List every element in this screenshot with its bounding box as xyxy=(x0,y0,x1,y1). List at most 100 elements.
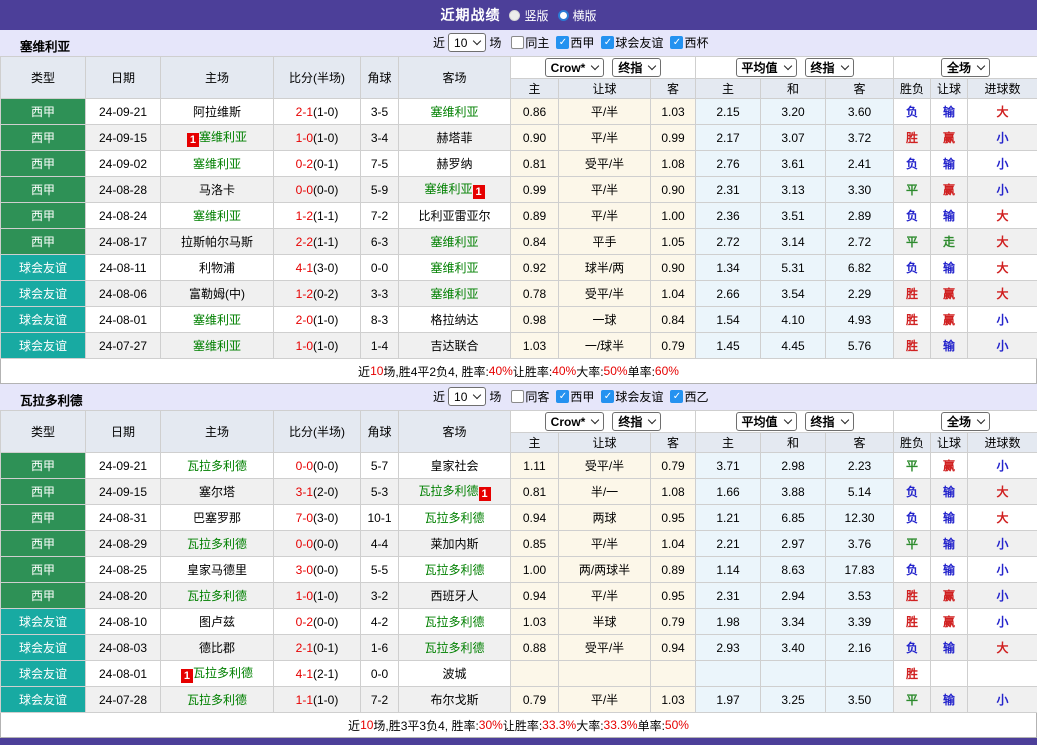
average-group-header: 平均值终指 xyxy=(696,411,894,433)
home-team[interactable]: 马洛卡 xyxy=(199,183,235,197)
match-date: 24-08-03 xyxy=(86,635,161,661)
home-team[interactable]: 图卢兹 xyxy=(199,615,235,629)
average-select[interactable]: 平均值 xyxy=(736,412,797,431)
away-team[interactable]: 格拉纳达 xyxy=(430,313,478,327)
half-time-score: (0-0) xyxy=(313,563,338,577)
away-team[interactable]: 西班牙人 xyxy=(430,589,478,603)
competition-checkbox-2[interactable]: ✓ xyxy=(601,36,614,49)
home-team[interactable]: 塞维利亚 xyxy=(193,157,241,171)
away-team[interactable]: 塞维利亚 xyxy=(424,182,472,196)
home-team[interactable]: 瓦拉多利德 xyxy=(193,666,253,680)
final-odds-select-2[interactable]: 终指 xyxy=(805,412,854,431)
same-venue-checkbox[interactable] xyxy=(511,390,524,403)
avg-draw: 2.98 xyxy=(761,453,826,479)
final-odds-select[interactable]: 终指 xyxy=(612,412,661,431)
corner-count: 7-2 xyxy=(361,203,399,229)
full-match-select[interactable]: 全场 xyxy=(941,412,990,431)
summary-stat-value: 30% xyxy=(479,718,503,732)
chevron-down-icon xyxy=(473,37,481,45)
home-team[interactable]: 瓦拉多利德 xyxy=(187,459,247,473)
away-team[interactable]: 瓦拉多利德 xyxy=(418,484,478,498)
away-team[interactable]: 瓦拉多利德 xyxy=(424,641,484,655)
rank-1-badge: 1 xyxy=(181,669,193,683)
sub-header-9: 进球数 xyxy=(968,433,1037,453)
same-venue-checkbox[interactable] xyxy=(511,36,524,49)
team-section-2: 瓦拉多利德近10场同客✓西甲✓球会友谊✓西乙类型日期主场比分(半场)角球客场Cr… xyxy=(0,384,1037,738)
sub-header-4: 主 xyxy=(696,79,761,99)
competition-checkbox-3[interactable]: ✓ xyxy=(670,390,683,403)
away-team[interactable]: 波城 xyxy=(442,667,466,681)
away-team[interactable]: 布尔戈斯 xyxy=(430,693,478,707)
away-team[interactable]: 皇家社会 xyxy=(430,459,478,473)
competition-checkbox-1[interactable]: ✓ xyxy=(556,36,569,49)
half-time-score: (2-0) xyxy=(313,485,338,499)
result-goals xyxy=(968,661,1037,687)
away-team[interactable]: 莱加内斯 xyxy=(430,537,478,551)
average-select[interactable]: 平均值 xyxy=(736,58,797,77)
odds-handicap: 一球 xyxy=(559,307,651,333)
corner-count: 7-5 xyxy=(361,151,399,177)
recent-count-select[interactable]: 10 xyxy=(448,33,486,52)
home-team[interactable]: 富勒姆(中) xyxy=(189,287,245,301)
competition-checkbox-3[interactable]: ✓ xyxy=(670,36,683,49)
competition-checkbox-1[interactable]: ✓ xyxy=(556,390,569,403)
home-team[interactable]: 巴塞罗那 xyxy=(193,511,241,525)
radio-vertical-label: 竖版 xyxy=(524,7,548,24)
away-team[interactable]: 塞维利亚 xyxy=(430,261,478,275)
home-team[interactable]: 瓦拉多利德 xyxy=(187,589,247,603)
summary-text: 场,胜4平2负4, 胜率: xyxy=(383,363,488,380)
home-team[interactable]: 塞尔塔 xyxy=(199,485,235,499)
away-team[interactable]: 赫罗纳 xyxy=(436,157,472,171)
table-row: 球会友谊24-08-01塞维利亚2-0(1-0)8-3格拉纳达0.98一球0.8… xyxy=(1,307,1037,333)
away-team[interactable]: 赫塔菲 xyxy=(436,131,472,145)
chevron-down-icon xyxy=(783,416,791,424)
home-team[interactable]: 利物浦 xyxy=(199,261,235,275)
home-team[interactable]: 德比郡 xyxy=(199,641,235,655)
odds-home: 0.85 xyxy=(511,531,559,557)
result-goals: 大 xyxy=(968,281,1037,307)
radio-unselected-icon[interactable] xyxy=(558,10,569,21)
final-odds-select-2[interactable]: 终指 xyxy=(805,58,854,77)
home-team-cell: 巴塞罗那 xyxy=(161,505,274,531)
away-team[interactable]: 塞维利亚 xyxy=(430,287,478,301)
same-venue-label: 同客 xyxy=(525,388,549,405)
summary-text: 让胜率: xyxy=(503,717,542,734)
section-header: 塞维利亚近10场同主✓西甲✓球会友谊✓西杯 xyxy=(0,30,1037,56)
radio-selected-icon[interactable] xyxy=(509,10,520,21)
away-team[interactable]: 瓦拉多利德 xyxy=(424,511,484,525)
column-header-2: 日期 xyxy=(86,411,161,453)
away-team[interactable]: 吉达联合 xyxy=(430,339,478,353)
match-type-badge: 西甲 xyxy=(1,125,86,151)
home-team[interactable]: 塞维利亚 xyxy=(193,339,241,353)
final-odds-select[interactable]: 终指 xyxy=(612,58,661,77)
bookmaker-select[interactable]: Crow* xyxy=(545,412,605,431)
odds-away: 0.99 xyxy=(651,125,696,151)
competition-checkbox-2[interactable]: ✓ xyxy=(601,390,614,403)
average-select-value: 平均值 xyxy=(742,59,778,76)
home-team[interactable]: 塞维利亚 xyxy=(193,313,241,327)
home-team[interactable]: 瓦拉多利德 xyxy=(187,693,247,707)
odds-away: 1.05 xyxy=(651,229,696,255)
away-team[interactable]: 比利亚雷亚尔 xyxy=(418,209,490,223)
bookmaker-select[interactable]: Crow* xyxy=(545,58,605,77)
home-team-cell: 塞维利亚 xyxy=(161,307,274,333)
home-team[interactable]: 塞维利亚 xyxy=(193,209,241,223)
chevron-down-icon xyxy=(783,62,791,70)
home-team[interactable]: 皇家马德里 xyxy=(187,563,247,577)
result-handicap: 赢 xyxy=(931,609,968,635)
home-team[interactable]: 阿拉维斯 xyxy=(193,105,241,119)
recent-count-select[interactable]: 10 xyxy=(448,387,486,406)
home-team[interactable]: 拉斯帕尔马斯 xyxy=(181,235,253,249)
away-team[interactable]: 瓦拉多利德 xyxy=(424,563,484,577)
away-team[interactable]: 瓦拉多利德 xyxy=(424,615,484,629)
layout-radio-horizontal[interactable]: 横版 xyxy=(558,7,597,24)
home-team-cell: 瓦拉多利德 xyxy=(161,531,274,557)
layout-radio-vertical[interactable]: 竖版 xyxy=(509,7,548,24)
away-team[interactable]: 塞维利亚 xyxy=(430,105,478,119)
match-type-badge: 西甲 xyxy=(1,531,86,557)
home-team[interactable]: 瓦拉多利德 xyxy=(187,537,247,551)
full-match-select[interactable]: 全场 xyxy=(941,58,990,77)
away-team[interactable]: 塞维利亚 xyxy=(430,235,478,249)
home-team[interactable]: 塞维利亚 xyxy=(199,130,247,144)
half-time-score: (3-0) xyxy=(313,261,338,275)
